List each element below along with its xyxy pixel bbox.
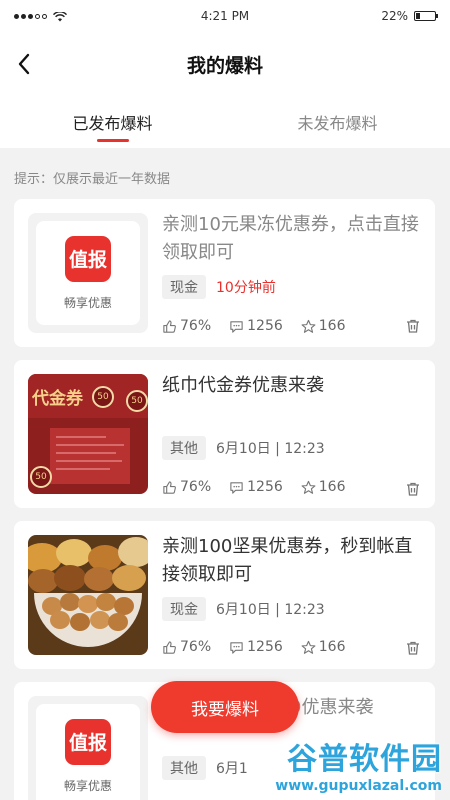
item-stats: 76% 1256 166 [162, 318, 364, 334]
comment-icon [230, 320, 243, 333]
star-count: 166 [318, 479, 346, 495]
star-stat[interactable]: 166 [301, 479, 346, 495]
star-icon [301, 480, 316, 494]
coupon-value: 50 [30, 466, 52, 488]
comment-count: 1256 [247, 639, 283, 655]
item-meta: 现金 10分钟前 [162, 275, 276, 299]
list-item[interactable]: 代金券 50 50 50 纸巾代金券优惠来袭 其他 6月10日 | 12:23 … [14, 360, 435, 508]
status-left [14, 11, 68, 22]
coupon-image: 代金券 50 50 50 [28, 374, 148, 494]
comment-stat[interactable]: 1256 [229, 318, 283, 334]
item-tag: 现金 [162, 275, 206, 299]
back-button[interactable] [10, 50, 38, 78]
tab-bar: 已发布爆料 未发布爆料 [0, 96, 450, 148]
chevron-left-icon [18, 53, 30, 75]
battery-fill [416, 13, 420, 19]
item-title: 亲测10元果冻优惠券，点击直接领取即可 [162, 214, 419, 263]
like-count: 76% [180, 318, 212, 334]
list-item[interactable]: 亲测100坚果优惠券，秒到帐直接领取即可 现金 6月10日 | 12:23 76… [14, 521, 435, 669]
nuts-image [28, 535, 148, 655]
status-right: 22% [381, 9, 438, 23]
status-bar: 4:21 PM 22% [0, 0, 450, 32]
like-stat[interactable]: 76% [162, 318, 211, 334]
item-time: 6月10日 | 12:23 [216, 441, 325, 457]
item-title: 亲测100坚果优惠券，秒到帐直接领取即可 [162, 536, 413, 585]
battery-icon [414, 11, 438, 21]
comment-stat[interactable]: 1256 [229, 639, 283, 655]
item-thumbnail [28, 535, 148, 655]
logo: 值报 畅享优惠 [36, 221, 140, 325]
like-stat[interactable]: 76% [162, 479, 211, 495]
coupon-value: 50 [126, 390, 148, 412]
comment-stat[interactable]: 1256 [229, 479, 283, 495]
coupon-value: 50 [92, 386, 114, 408]
item-tag: 现金 [162, 597, 206, 621]
comment-count: 1256 [247, 479, 283, 495]
logo: 值报 畅享优惠 [36, 704, 140, 800]
item-tag: 其他 [162, 436, 206, 460]
like-stat[interactable]: 76% [162, 639, 211, 655]
thumbs-up-icon [163, 640, 176, 654]
item-title: 纸巾代金券优惠来袭 [162, 375, 324, 396]
trash-icon[interactable] [405, 318, 421, 334]
item-meta: 其他 6月1 [162, 756, 248, 780]
logo-caption: 畅享优惠 [63, 295, 112, 310]
item-meta: 其他 6月10日 | 12:23 [162, 436, 325, 460]
list-item[interactable]: 值报 畅享优惠 亲测10元果冻优惠券，点击直接领取即可 现金 10分钟前 76%… [14, 199, 435, 347]
trash-icon[interactable] [405, 481, 421, 497]
logo-caption: 畅享优惠 [63, 778, 112, 793]
star-icon [301, 319, 316, 333]
wifi-icon [52, 11, 68, 22]
watermark-text: 谷普软件园 [287, 742, 442, 777]
hint-text: 提示：仅展示最近一年数据 [14, 172, 171, 187]
watermark-url: www.gupuxlazal.com [275, 778, 442, 794]
thumbs-up-icon [163, 480, 176, 494]
comment-icon [230, 481, 243, 494]
trash-icon[interactable] [405, 640, 421, 656]
star-count: 166 [318, 639, 346, 655]
star-count: 166 [318, 318, 346, 334]
tab-unpublished[interactable]: 未发布爆料 [225, 96, 450, 148]
thumbs-up-icon [163, 319, 176, 333]
like-count: 76% [180, 479, 212, 495]
item-time: 6月1 [216, 761, 248, 777]
star-stat[interactable]: 166 [301, 639, 346, 655]
item-stats: 76% 1256 166 [162, 639, 364, 655]
tab-published[interactable]: 已发布爆料 [0, 96, 225, 148]
item-thumbnail: 代金券 50 50 50 [28, 374, 148, 494]
item-stats: 76% 1256 166 [162, 479, 364, 495]
watermark: 谷普软件园 www.gupuxlazal.com [246, 734, 442, 794]
logo-badge: 值报 [65, 718, 111, 765]
item-tag: 其他 [162, 756, 206, 780]
signal-icon [14, 13, 47, 19]
nav-bar: 我的爆料 [0, 32, 450, 96]
like-count: 76% [180, 639, 212, 655]
star-stat[interactable]: 166 [301, 318, 346, 334]
page-title: 我的爆料 [186, 54, 263, 77]
item-thumbnail: 值报 畅享优惠 [28, 213, 148, 333]
item-time: 10分钟前 [216, 280, 276, 296]
item-title: 9优惠来袭 [290, 697, 374, 718]
star-icon [301, 640, 316, 654]
coupon-text: 代金券 [32, 389, 83, 409]
post-deal-button[interactable]: 我要爆料 [151, 681, 299, 733]
item-time: 6月10日 | 12:23 [216, 602, 325, 618]
comment-count: 1256 [247, 318, 283, 334]
logo-badge: 值报 [65, 235, 111, 282]
battery-percent: 22% [381, 9, 408, 23]
item-thumbnail: 值报 畅享优惠 [28, 696, 148, 800]
item-meta: 现金 6月10日 | 12:23 [162, 597, 325, 621]
comment-icon [230, 641, 243, 654]
